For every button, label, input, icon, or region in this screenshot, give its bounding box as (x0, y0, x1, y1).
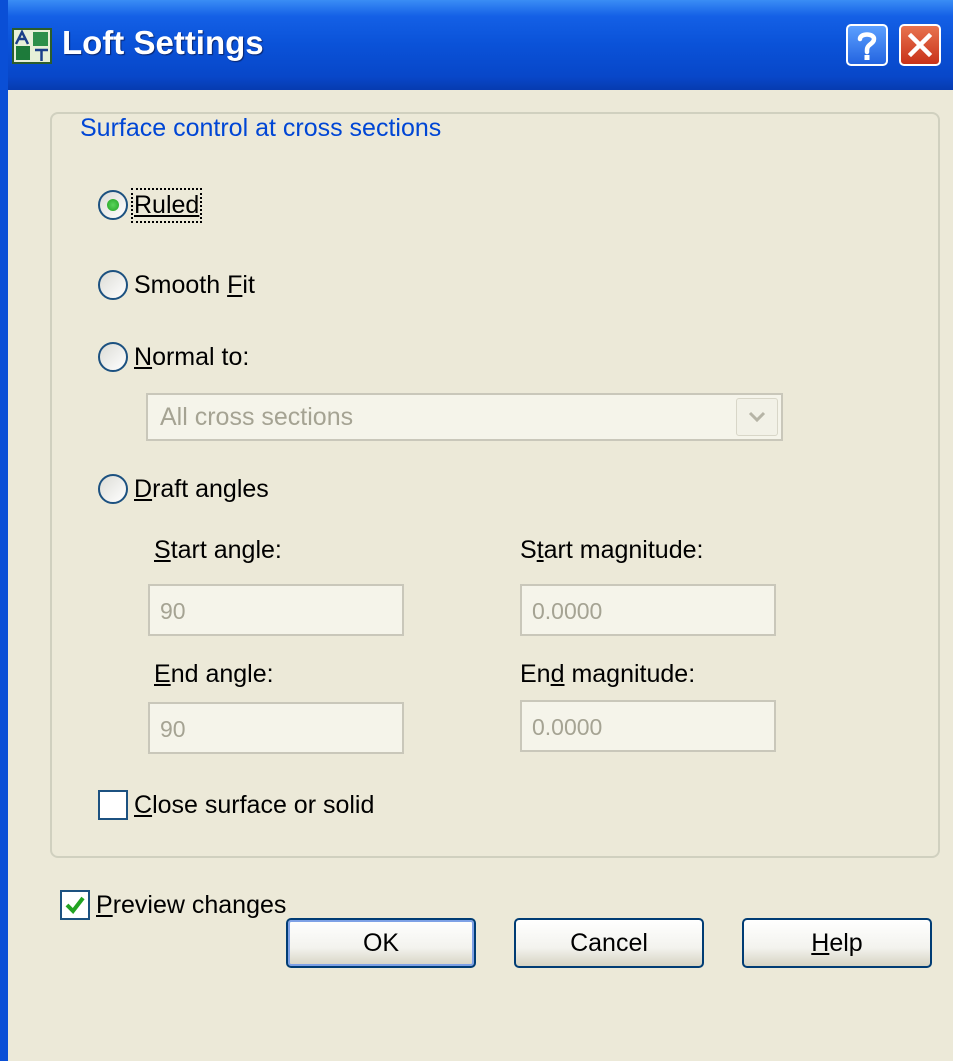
ruled-label: Ruled (130, 187, 203, 223)
loft-settings-dialog: Loft Settings Surface control at cross s… (0, 0, 953, 1061)
normal-to-select-value: All cross sections (160, 403, 354, 431)
title-close-button[interactable] (899, 24, 941, 66)
close-surface-label: Close surface or solid (134, 790, 375, 819)
draft-angles-radio[interactable] (98, 474, 128, 504)
end-angle-input[interactable]: 90 (148, 702, 404, 754)
close-x-icon (907, 32, 933, 58)
draft-angles-radio-option[interactable]: Draft angles (98, 474, 269, 504)
smooth-fit-radio-option[interactable]: Smooth Fit (98, 270, 255, 300)
preview-changes-label: Preview changes (96, 890, 287, 919)
dialog-title: Loft Settings (62, 24, 264, 61)
close-surface-checkbox[interactable] (98, 790, 128, 820)
title-bar[interactable]: Loft Settings (8, 0, 953, 90)
start-magnitude-input[interactable]: 0.0000 (520, 584, 776, 636)
close-surface-checkbox-option[interactable]: Close surface or solid (98, 790, 374, 820)
cancel-button[interactable]: Cancel (514, 918, 704, 968)
preview-changes-checkbox-option[interactable]: Preview changes (60, 890, 286, 920)
question-mark-icon (857, 32, 877, 60)
surface-control-legend: Surface control at cross sections (76, 114, 446, 143)
chevron-down-icon (748, 411, 766, 423)
ruled-radio[interactable] (98, 190, 128, 220)
normal-to-radio-option[interactable]: Normal to: (98, 342, 249, 372)
start-angle-input[interactable]: 90 (148, 584, 404, 636)
start-magnitude-label: Start magnitude: (520, 536, 704, 564)
end-magnitude-label: End magnitude: (520, 660, 696, 688)
help-button[interactable]: Help (742, 918, 932, 968)
start-angle-label: Start angle: (154, 536, 282, 564)
autocad-dialog-icon (12, 28, 52, 64)
end-angle-label: End angle: (154, 660, 274, 688)
help-button-label: Help (811, 928, 863, 957)
normal-to-select[interactable]: All cross sections (146, 393, 783, 441)
checkmark-icon (65, 896, 85, 915)
smooth-fit-label: Smooth Fit (134, 270, 255, 299)
ok-button[interactable]: OK (286, 918, 476, 968)
normal-to-label: Normal to: (134, 342, 250, 371)
ruled-radio-option[interactable]: Ruled (98, 187, 203, 223)
end-magnitude-input[interactable]: 0.0000 (520, 700, 776, 752)
radio-selected-dot (107, 199, 119, 211)
normal-to-radio[interactable] (98, 342, 128, 372)
draft-angles-label: Draft angles (134, 474, 269, 503)
title-help-button[interactable] (846, 24, 888, 66)
preview-changes-checkbox[interactable] (60, 890, 90, 920)
smooth-fit-radio[interactable] (98, 270, 128, 300)
dropdown-arrow-button[interactable] (736, 398, 778, 436)
